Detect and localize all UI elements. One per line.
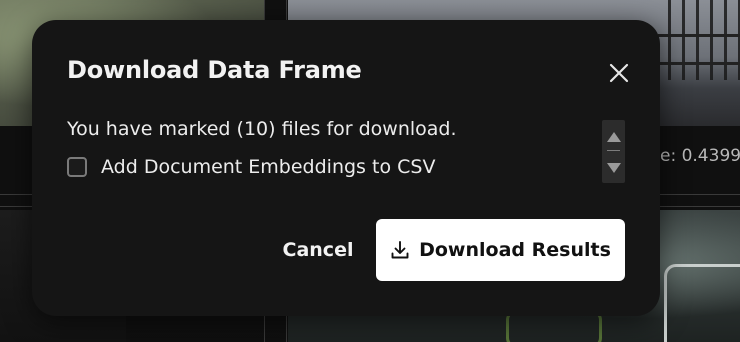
close-icon — [609, 63, 629, 87]
triangle-up-icon — [606, 127, 621, 146]
download-results-label: Download Results — [419, 239, 611, 261]
dialog-title: Download Data Frame — [67, 56, 362, 84]
cancel-button[interactable]: Cancel — [276, 219, 360, 281]
dialog-body: You have marked (10) files for download.… — [67, 118, 627, 184]
close-button[interactable] — [606, 62, 632, 88]
dialog-scrollbar[interactable] — [602, 120, 625, 183]
download-data-frame-dialog: Download Data Frame You have marked (10)… — [32, 20, 660, 316]
embeddings-checkbox[interactable] — [67, 157, 87, 177]
embeddings-checkbox-row[interactable]: Add Document Embeddings to CSV — [67, 156, 435, 178]
file-count-message: You have marked (10) files for download. — [67, 118, 457, 140]
download-results-button[interactable]: Download Results — [376, 219, 625, 281]
download-icon — [390, 240, 410, 260]
scroll-down-button[interactable] — [602, 157, 625, 177]
embeddings-checkbox-label[interactable]: Add Document Embeddings to CSV — [101, 156, 435, 178]
triangle-down-icon — [606, 158, 621, 177]
scroll-up-button[interactable] — [602, 126, 625, 146]
similarity-score-text: e: 0.4399 — [660, 146, 740, 166]
scroll-thumb[interactable] — [607, 150, 620, 151]
